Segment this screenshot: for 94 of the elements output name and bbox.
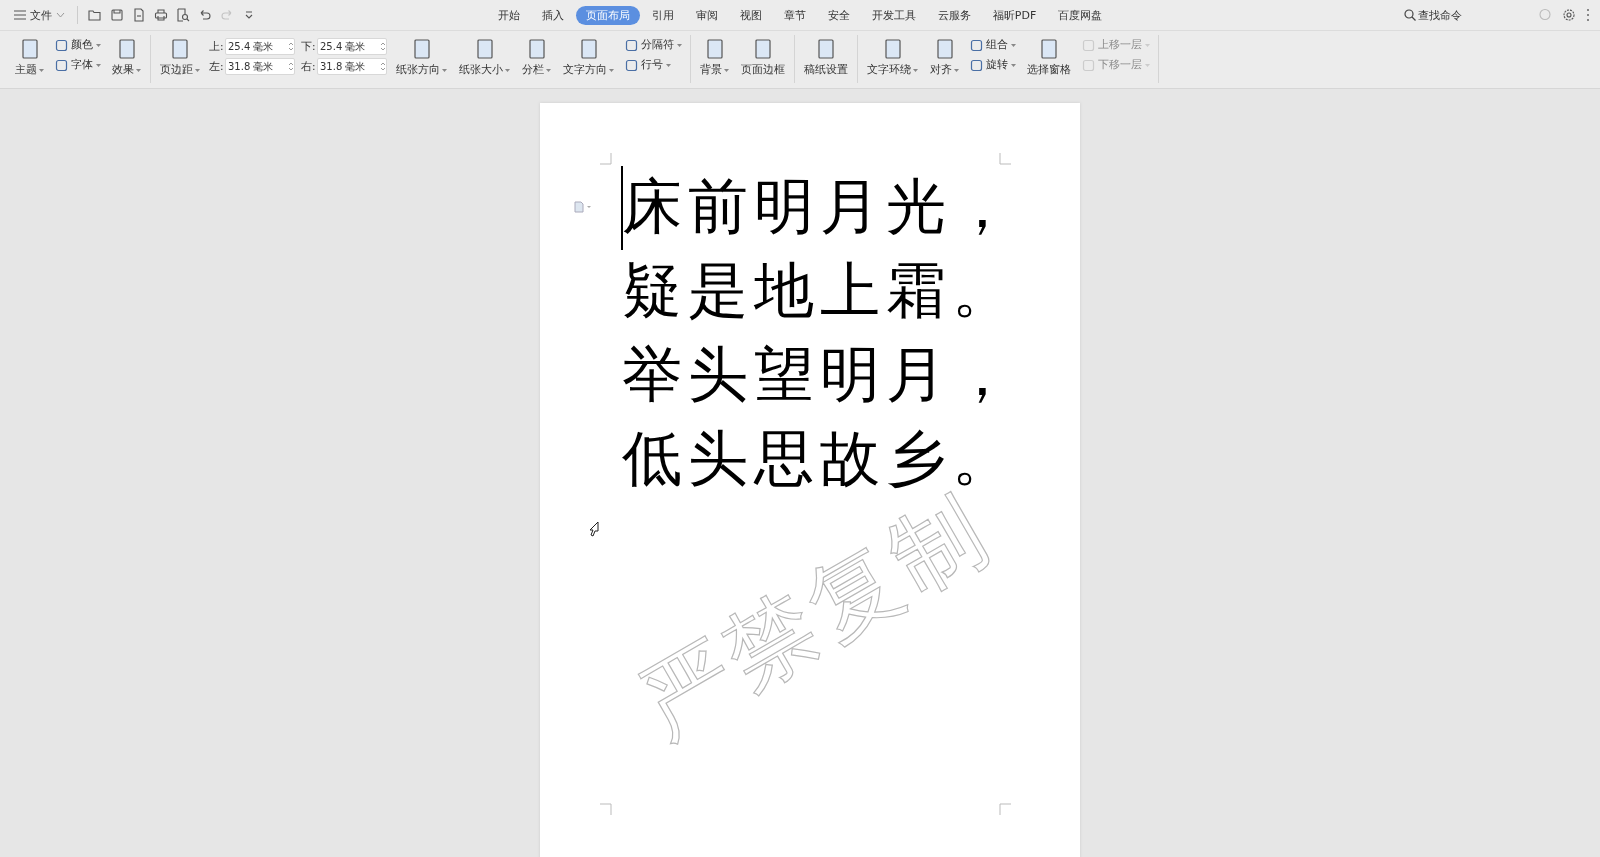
margin-mark	[999, 153, 1011, 165]
ribbon-button[interactable]: 纸张大小	[456, 35, 513, 80]
ribbon-button[interactable]: 页边距	[157, 35, 203, 80]
ribbon-tab[interactable]: 安全	[817, 5, 860, 25]
ribbon-button[interactable]: 分栏	[519, 35, 554, 80]
ribbon-button[interactable]: 对齐	[927, 35, 962, 80]
square-icon	[55, 38, 68, 52]
margin-mark	[600, 803, 612, 815]
margin-field[interactable]: 25.4 毫米	[225, 38, 295, 55]
caret-icon	[609, 68, 614, 72]
poem-line: 低头思故乡。	[622, 425, 1018, 492]
spinner-icon	[380, 41, 386, 52]
page-icon	[1038, 38, 1060, 60]
field-label: 右:	[301, 59, 315, 74]
ribbon-button[interactable]: 页面边框	[738, 35, 788, 80]
caret-icon	[546, 68, 551, 72]
search-icon	[1404, 9, 1416, 21]
poem-line: 举头望明月，	[622, 341, 1018, 410]
ribbon-button[interactable]: 选择窗格	[1024, 35, 1074, 80]
ribbon-button[interactable]: 文字方向	[560, 35, 617, 80]
field-label: 下:	[301, 39, 315, 54]
square-icon	[625, 58, 638, 72]
preview-icon[interactable]	[176, 8, 190, 22]
print-icon[interactable]	[154, 8, 168, 22]
document-icon[interactable]	[132, 8, 146, 22]
caret-icon	[96, 43, 101, 47]
ribbon-tab[interactable]: 审阅	[685, 5, 728, 25]
square-icon	[1082, 58, 1095, 72]
square-icon	[55, 58, 68, 72]
ribbon-button[interactable]: 字体	[53, 57, 103, 73]
search-command[interactable]: 查找命令	[1398, 6, 1468, 24]
caret-icon	[724, 68, 729, 72]
ribbon-tab[interactable]: 插入	[531, 5, 574, 25]
ribbon-button[interactable]: 文字环绕	[864, 35, 921, 80]
ribbon-button[interactable]: 背景	[697, 35, 732, 80]
caret-icon	[1145, 43, 1150, 47]
ribbon-button[interactable]: 行号	[623, 57, 684, 73]
ribbon-tab[interactable]: 百度网盘	[1048, 5, 1113, 25]
more-icon[interactable]	[1586, 8, 1590, 22]
settings-icon[interactable]	[1562, 8, 1576, 22]
ribbon-tab[interactable]: 开始	[487, 5, 530, 25]
spinner-icon	[288, 41, 294, 52]
ribbon-button[interactable]: 效果	[109, 35, 144, 80]
pointer-icon	[588, 521, 600, 537]
margin-field[interactable]: 31.8 毫米	[317, 58, 387, 75]
ribbon-tab[interactable]: 引用	[641, 5, 684, 25]
chevron-icon	[56, 12, 65, 18]
file-menu[interactable]: 文件	[12, 5, 67, 25]
ribbon-button[interactable]: 分隔符	[623, 37, 684, 53]
ribbon-tab[interactable]: 云服务	[927, 5, 981, 25]
square-icon	[1082, 38, 1095, 52]
square-icon	[970, 58, 983, 72]
caret-icon	[39, 68, 44, 72]
square-icon	[625, 38, 638, 52]
caret-icon	[1145, 63, 1150, 67]
ribbon-button[interactable]: 旋转	[968, 57, 1018, 73]
ribbon-tab[interactable]: 视图	[729, 5, 772, 25]
caret-icon	[195, 68, 200, 72]
caret-icon	[136, 68, 141, 72]
caret-icon	[1011, 63, 1016, 67]
caret-icon	[677, 43, 682, 47]
margin-field[interactable]: 31.8 毫米	[225, 58, 295, 75]
poem-line: 疑是地上霜。	[622, 257, 1018, 326]
field-label: 左:	[209, 59, 223, 74]
caret-icon	[505, 68, 510, 72]
ribbon-button[interactable]: 主题	[12, 35, 47, 80]
ribbon-button[interactable]: 稿纸设置	[801, 35, 851, 80]
page-icon	[752, 38, 774, 60]
ribbon-button[interactable]: 纸张方向	[393, 35, 450, 80]
page-icon	[169, 38, 191, 60]
caret-icon	[1011, 43, 1016, 47]
caret-icon	[96, 63, 101, 67]
margin-mark	[999, 803, 1011, 815]
field-label: 上:	[209, 39, 223, 54]
save-icon[interactable]	[110, 8, 124, 22]
ribbon-tab[interactable]: 开发工具	[861, 5, 926, 25]
poem-line: 床前明月光，	[622, 173, 1018, 242]
square-icon	[970, 38, 983, 52]
folder-icon[interactable]	[88, 8, 102, 22]
ribbon-button[interactable]: 组合	[968, 37, 1018, 53]
ribbon-button[interactable]: 颜色	[53, 37, 103, 53]
page-icon	[815, 38, 837, 60]
margin-mark	[600, 153, 612, 165]
margin-field[interactable]: 25.4 毫米	[317, 38, 387, 55]
caret-icon	[442, 68, 447, 72]
spinner-icon	[380, 61, 386, 72]
caret-icon	[913, 68, 918, 72]
spinner-icon	[288, 61, 294, 72]
caret-icon	[954, 68, 959, 72]
ribbon-tab[interactable]: 福昕PDF	[982, 5, 1047, 25]
menu-icon	[14, 10, 26, 20]
undo-icon[interactable]	[198, 8, 212, 22]
caret-icon	[666, 63, 671, 67]
ribbon-tab[interactable]: 章节	[773, 5, 816, 25]
